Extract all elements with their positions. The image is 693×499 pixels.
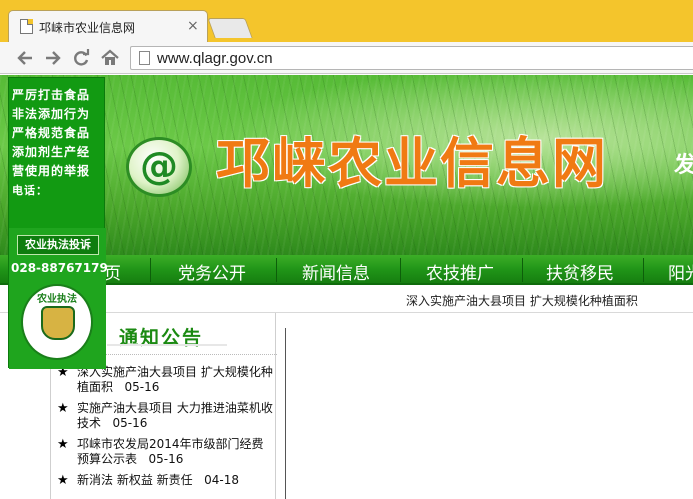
ad-line: 非法添加行为: [12, 107, 91, 121]
notice-item[interactable]: ★ 实施产油大县项目 大力推进油菜机收技术 05-16: [55, 401, 273, 431]
nav-item-news[interactable]: 新闻信息: [302, 259, 370, 284]
scrolling-news-text[interactable]: 深入实施产油大县项目 扩大规模化种植面积: [406, 292, 656, 309]
site-logo: @: [126, 137, 192, 197]
complaint-button[interactable]: 农业执法投诉: [17, 235, 99, 255]
notice-date: 05-16: [124, 380, 160, 394]
nav-divider: [522, 258, 523, 282]
nav-divider: [276, 258, 277, 282]
star-bullet-icon: ★: [57, 437, 69, 452]
hotline-number: 028-88767179: [11, 261, 108, 275]
law-enforcement-badge-icon: 农业执法: [21, 284, 93, 360]
nav-item-agri-tech[interactable]: 农技推广: [426, 259, 494, 284]
notice-date: 05-16: [148, 452, 184, 466]
notice-date: 05-16: [112, 416, 148, 430]
ad-line: 严格规范食品: [12, 126, 91, 140]
notice-text[interactable]: 新消法 新权益 新责任: [77, 473, 193, 487]
forward-arrow-icon[interactable]: [42, 47, 64, 69]
nav-divider: [643, 258, 644, 282]
ad-line: 添加剂生产经: [12, 145, 91, 159]
nav-item-party-affairs[interactable]: 党务公开: [178, 259, 246, 284]
home-icon[interactable]: [99, 47, 121, 69]
banner-right-text: 发: [674, 153, 693, 178]
tab-title: 邛崃市农业信息网: [39, 21, 136, 35]
star-bullet-icon: ★: [57, 401, 69, 416]
logo-at-symbol: @: [140, 144, 178, 188]
shield-emblem-icon: [41, 306, 75, 340]
ad-line: 电话：: [12, 184, 48, 197]
tab-close-icon[interactable]: ×: [187, 18, 199, 34]
nav-divider: [400, 258, 401, 282]
back-arrow-icon[interactable]: [14, 47, 36, 69]
reload-icon[interactable]: [70, 47, 92, 69]
ad-line: 严厉打击食品: [12, 88, 91, 102]
site-title: 邛崃农业信息网: [216, 131, 608, 195]
address-bar[interactable]: www.qlagr.gov.cn: [130, 46, 693, 70]
url-text[interactable]: www.qlagr.gov.cn: [157, 50, 273, 67]
notice-list: ★ 深入实施产油大县项目 扩大规模化种植面积 05-16 ★ 实施产油大县项目 …: [55, 365, 273, 494]
notice-date: 04-18: [204, 473, 239, 487]
browser-tab[interactable]: 邛崃市农业信息网 ×: [8, 10, 208, 42]
floating-report-ad[interactable]: 严厉打击食品 非法添加行为 严格规范食品 添加剂生产经 营使用的举报 电话： 农…: [8, 77, 108, 369]
new-tab-button[interactable]: [207, 18, 253, 38]
star-bullet-icon: ★: [57, 473, 69, 488]
browser-toolbar: www.qlagr.gov.cn: [0, 42, 693, 74]
header-underline: [107, 344, 227, 346]
notice-item[interactable]: ★ 深入实施产油大县项目 扩大规模化种植面积 05-16: [55, 365, 273, 395]
page-icon: [139, 51, 150, 65]
browser-tab-strip: 邛崃市农业信息网 ×: [0, 0, 693, 42]
notice-text[interactable]: 深入实施产油大县项目 扩大规模化种植面积: [77, 365, 273, 394]
page-favicon-icon: [20, 19, 33, 34]
content-divider: [285, 328, 286, 499]
ad-message: 严厉打击食品 非法添加行为 严格规范食品 添加剂生产经 营使用的举报 电话：: [12, 86, 104, 200]
nav-item-poverty-relief[interactable]: 扶贫移民: [546, 259, 614, 284]
ad-line: 营使用的举报: [12, 164, 91, 178]
notice-item[interactable]: ★ 邛崃市农发局2014年市级部门经费预算公示表 05-16: [55, 437, 273, 467]
notice-item[interactable]: ★ 新消法 新权益 新责任 04-18: [55, 473, 273, 488]
nav-item-sunshine[interactable]: 阳光: [668, 259, 693, 284]
nav-divider: [150, 258, 151, 282]
badge-text: 农业执法: [37, 294, 77, 305]
notice-text[interactable]: 实施产油大县项目 大力推进油菜机收技术: [77, 401, 273, 430]
ad-contact-box: 农业执法投诉 028-88767179 农业执法: [9, 228, 108, 369]
